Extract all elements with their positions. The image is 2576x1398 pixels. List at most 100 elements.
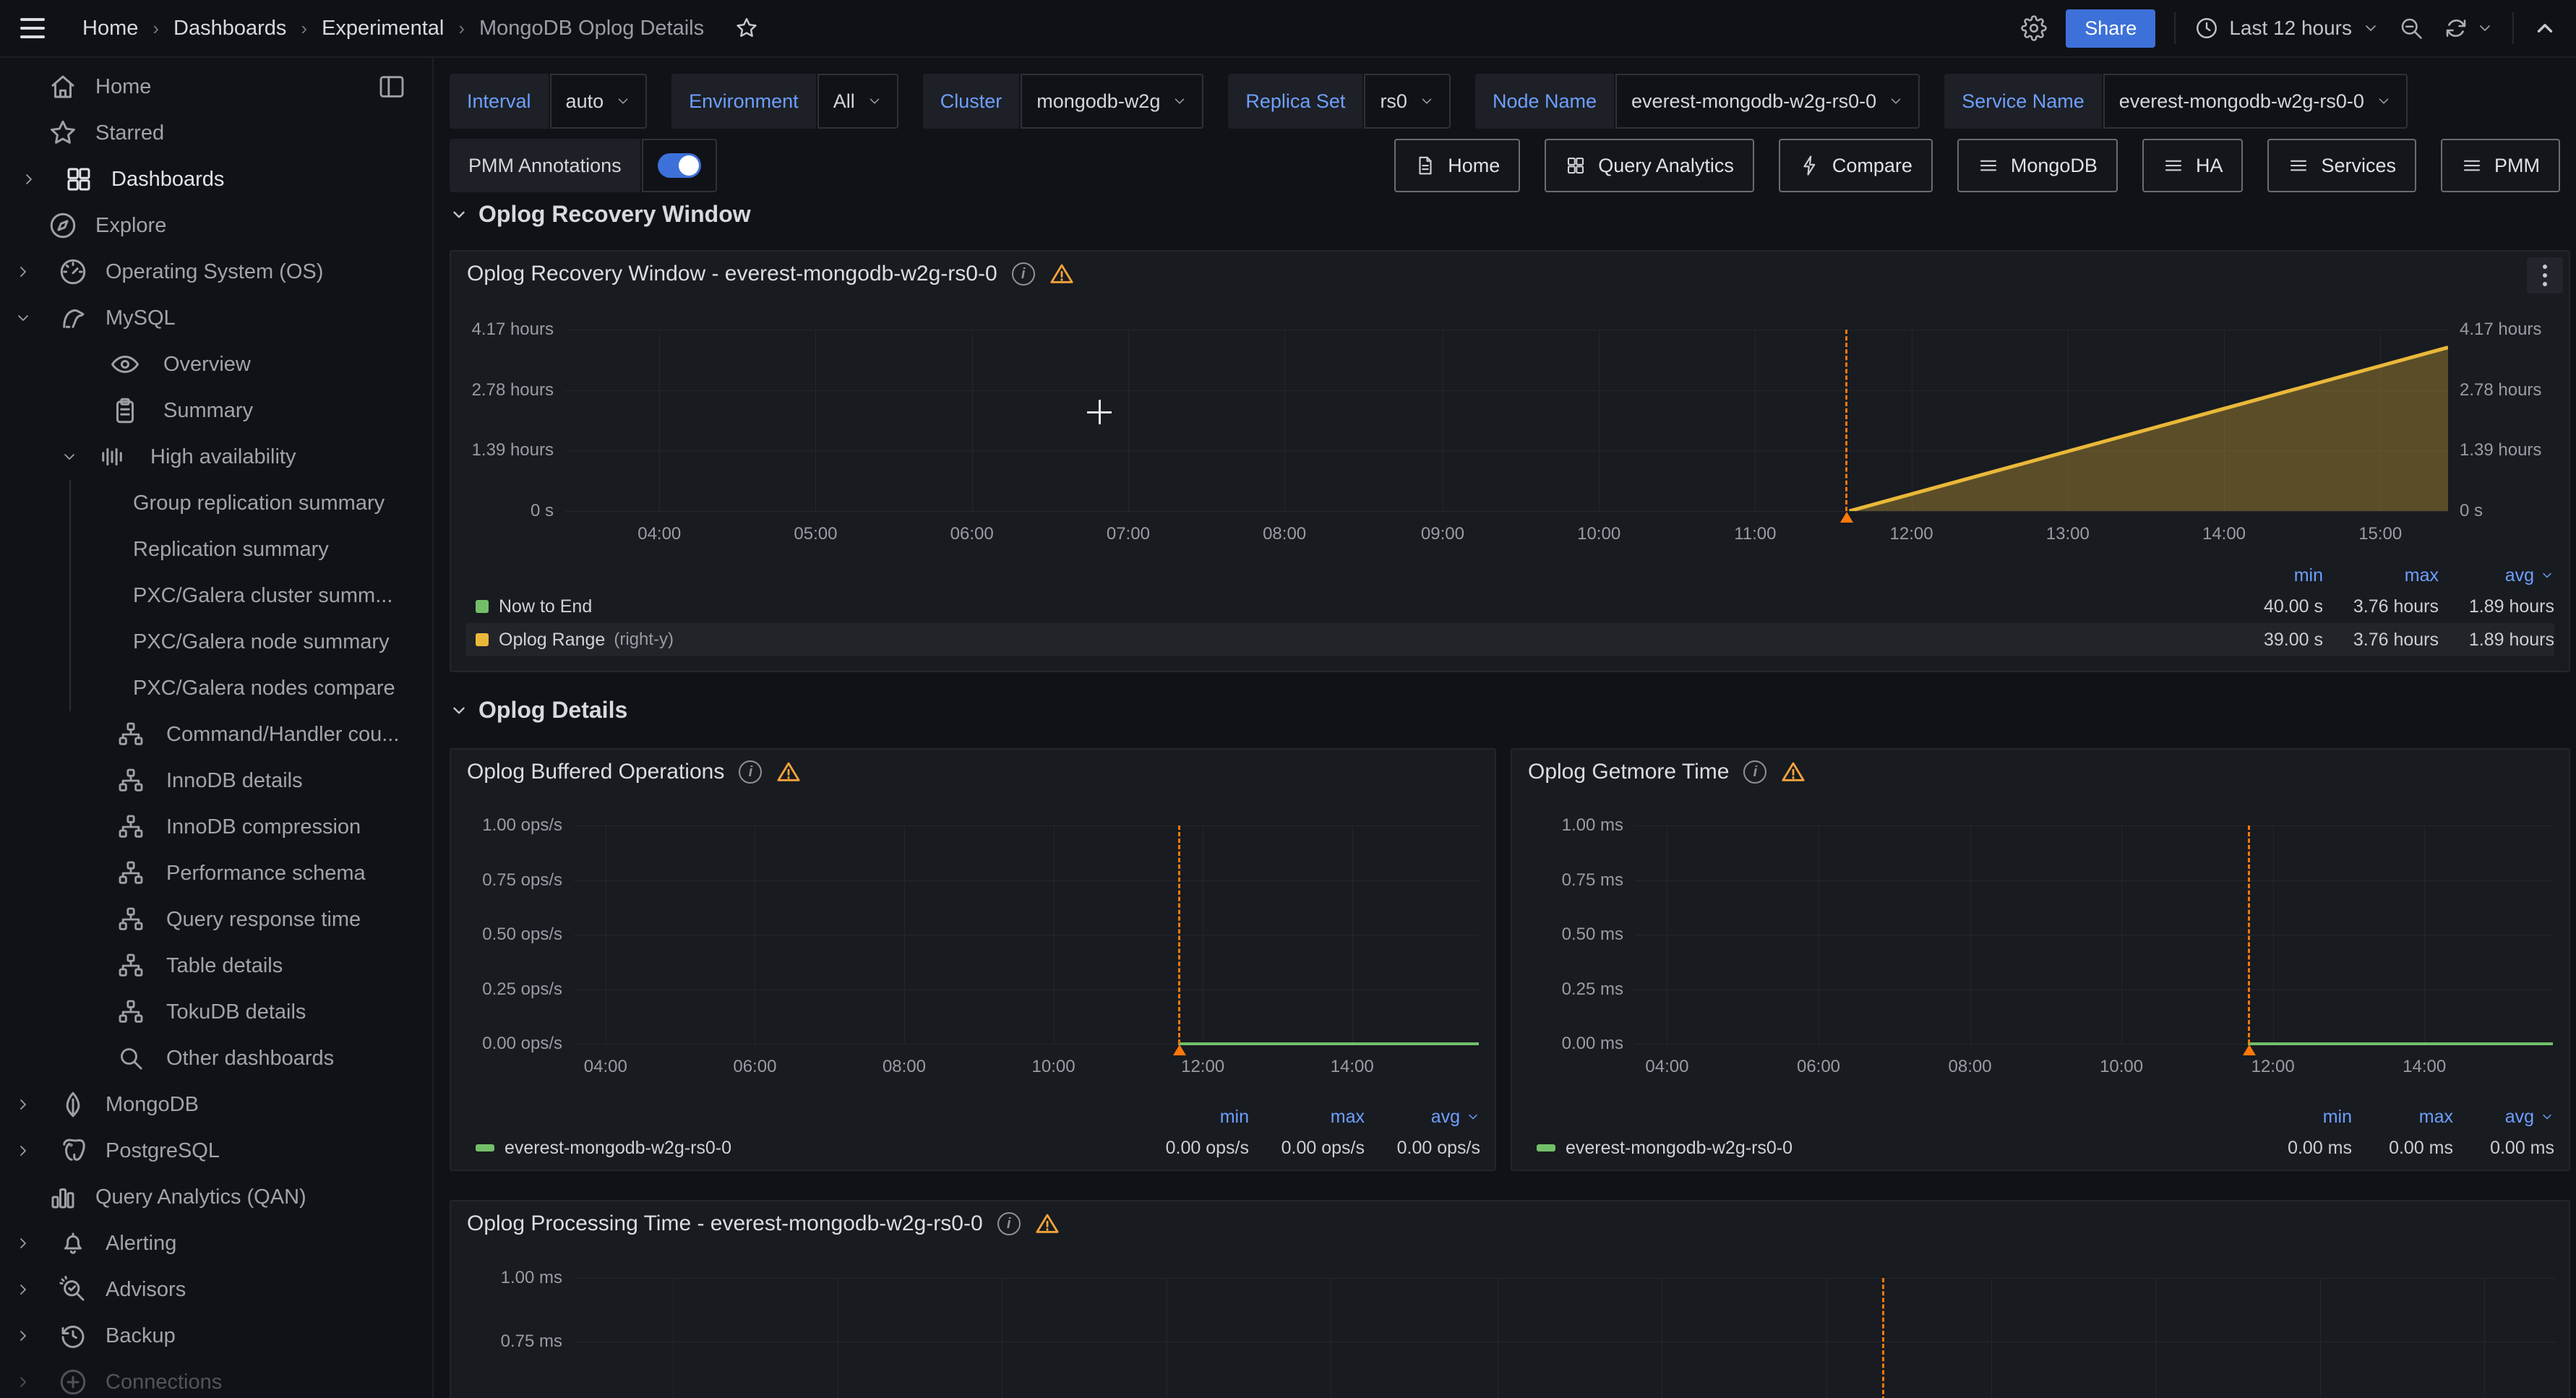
favorite-star-icon[interactable] <box>734 16 759 40</box>
recovery-chart-plot[interactable]: 4.17 hours 2.78 hours 1.39 hours 0 s 4.1… <box>565 330 2448 511</box>
sidebar-item-replication-summary[interactable]: Replication summary <box>71 526 432 573</box>
breadcrumb-experimental[interactable]: Experimental <box>322 17 444 40</box>
expand-chevron-icon[interactable] <box>0 1373 46 1391</box>
sidebar-item-query-response-time[interactable]: Query response time <box>0 896 432 943</box>
expand-chevron-icon[interactable] <box>0 1142 46 1159</box>
pmm-annotation-line[interactable] <box>2248 825 2250 1044</box>
panel-menu-kebab-icon[interactable] <box>2527 257 2563 293</box>
series-label[interactable]: everest-mongodb-w2g-rs0-0 <box>1566 1138 1793 1159</box>
panel-header[interactable]: Oplog Getmore Time i <box>1528 760 1806 784</box>
home-link-button[interactable]: Home <box>1394 139 1520 192</box>
dock-sidebar-icon[interactable] <box>377 72 406 101</box>
collapse-toolbar-chevron-icon[interactable] <box>2533 16 2557 40</box>
sidebar-item-innodb-compression[interactable]: InnoDB compression <box>0 804 432 850</box>
section-oplog-recovery-window[interactable]: Oplog Recovery Window <box>450 201 751 228</box>
sidebar-item-mysql-summary[interactable]: Summary <box>0 387 432 434</box>
sidebar-item-postgresql[interactable]: PostgreSQL <box>0 1128 432 1174</box>
expand-chevron-icon[interactable] <box>6 171 52 188</box>
interval-select[interactable]: auto <box>550 74 648 129</box>
time-range-picker[interactable]: Last 12 hours <box>2194 16 2379 40</box>
info-icon[interactable]: i <box>1743 760 1766 784</box>
getmore-chart-plot[interactable]: 1.00 ms 0.75 ms 0.50 ms 0.25 ms 0.00 ms … <box>1635 825 2553 1044</box>
warning-icon[interactable] <box>1049 262 1074 286</box>
sidebar-item-query-analytics[interactable]: Query Analytics (QAN) <box>0 1174 432 1220</box>
ha-link-button[interactable]: HA <box>2142 139 2244 192</box>
breadcrumb-dashboards[interactable]: Dashboards <box>173 17 286 40</box>
warning-icon[interactable] <box>776 760 801 784</box>
sidebar-item-group-replication-summary[interactable]: Group replication summary <box>71 480 432 526</box>
info-icon[interactable]: i <box>1012 262 1035 286</box>
expand-chevron-icon[interactable] <box>0 1327 46 1345</box>
panel-header[interactable]: Oplog Recovery Window - everest-mongodb-… <box>467 262 1074 286</box>
cluster-select[interactable]: mongodb-w2g <box>1021 74 1203 129</box>
share-button[interactable]: Share <box>2066 9 2155 48</box>
sidebar-item-tokudb-details[interactable]: TokuDB details <box>0 989 432 1035</box>
legend-sort-max[interactable]: max <box>2323 565 2439 586</box>
expand-chevron-icon[interactable] <box>0 1096 46 1113</box>
collapse-chevron-icon[interactable] <box>0 309 46 327</box>
sidebar-item-performance-schema[interactable]: Performance schema <box>0 850 432 896</box>
sidebar-item-mysql[interactable]: MySQL <box>0 295 432 341</box>
legend-sort-avg[interactable]: avg <box>1365 1107 1480 1128</box>
sidebar-item-command-handler-counters[interactable]: Command/Handler cou... <box>0 711 432 758</box>
series-label[interactable]: Oplog Range <box>499 630 605 651</box>
expand-chevron-icon[interactable] <box>0 1235 46 1252</box>
sidebar-item-advisors[interactable]: Advisors <box>0 1266 432 1313</box>
sidebar-item-mysql-overview[interactable]: Overview <box>0 341 432 387</box>
sidebar-item-table-details[interactable]: Table details <box>0 943 432 989</box>
expand-chevron-icon[interactable] <box>0 263 46 280</box>
warning-icon[interactable] <box>1035 1212 1060 1236</box>
sidebar-item-pxc-galera-nodes-compare[interactable]: PXC/Galera nodes compare <box>71 665 432 711</box>
series-label[interactable]: Now to End <box>499 596 592 617</box>
legend-sort-max[interactable]: max <box>1249 1107 1365 1128</box>
panel-header[interactable]: Oplog Processing Time - everest-mongodb-… <box>467 1212 1060 1236</box>
processing-chart-plot[interactable]: 1.00 ms 0.75 ms 0.50 ms <box>574 1278 2556 1398</box>
service-name-select[interactable]: everest-mongodb-w2g-rs0-0 <box>2103 74 2408 129</box>
pmm-annotation-line[interactable] <box>1845 330 1847 511</box>
sidebar-item-backup[interactable]: Backup <box>0 1313 432 1359</box>
sidebar-item-operating-system[interactable]: Operating System (OS) <box>0 249 432 295</box>
environment-select[interactable]: All <box>817 74 898 129</box>
pmm-annotation-line[interactable] <box>1178 825 1180 1044</box>
info-icon[interactable]: i <box>739 760 762 784</box>
sidebar-item-alerting[interactable]: Alerting <box>0 1220 432 1266</box>
query-analytics-link-button[interactable]: Query Analytics <box>1545 139 1754 192</box>
refresh-dashboard-icon[interactable] <box>2443 15 2494 41</box>
services-link-button[interactable]: Services <box>2267 139 2416 192</box>
sidebar-item-mongodb[interactable]: MongoDB <box>0 1081 432 1128</box>
sidebar-item-home[interactable]: Home <box>0 64 432 110</box>
legend-sort-min[interactable]: min <box>1133 1107 1249 1128</box>
legend-sort-avg[interactable]: avg <box>2453 1107 2554 1128</box>
sidebar-item-explore[interactable]: Explore <box>0 202 432 249</box>
legend-sort-avg[interactable]: avg <box>2439 565 2554 586</box>
pmm-annotation-line[interactable] <box>1882 1278 1884 1398</box>
mongodb-link-button[interactable]: MongoDB <box>1957 139 2118 192</box>
sidebar-item-connections[interactable]: Connections <box>0 1359 432 1398</box>
zoom-out-time-icon[interactable] <box>2398 15 2424 41</box>
expand-chevron-icon[interactable] <box>0 1281 46 1298</box>
section-oplog-details[interactable]: Oplog Details <box>450 697 627 724</box>
sidebar-item-high-availability[interactable]: High availability <box>0 434 432 480</box>
legend-sort-min[interactable]: min <box>2251 1107 2352 1128</box>
compare-link-button[interactable]: Compare <box>1779 139 1933 192</box>
replica-set-select[interactable]: rs0 <box>1364 74 1451 129</box>
node-name-select[interactable]: everest-mongodb-w2g-rs0-0 <box>1615 74 1920 129</box>
buffered-chart-plot[interactable]: 1.00 ops/s 0.75 ops/s 0.50 ops/s 0.25 op… <box>574 825 1479 1044</box>
pmm-annotations-toggle[interactable] <box>642 139 717 192</box>
legend-sort-min[interactable]: min <box>2213 565 2323 586</box>
info-icon[interactable]: i <box>997 1212 1021 1235</box>
sidebar-item-pxc-galera-cluster-summary[interactable]: PXC/Galera cluster summ... <box>71 573 432 619</box>
series-label[interactable]: everest-mongodb-w2g-rs0-0 <box>505 1138 731 1159</box>
warning-icon[interactable] <box>1781 760 1806 784</box>
panel-header[interactable]: Oplog Buffered Operations i <box>467 760 801 784</box>
breadcrumb-home[interactable]: Home <box>82 17 138 40</box>
sidebar-item-starred[interactable]: Starred <box>0 110 432 156</box>
dashboard-settings-gear-icon[interactable] <box>2021 15 2047 41</box>
pmm-link-button[interactable]: PMM <box>2441 139 2560 192</box>
sidebar-item-pxc-galera-node-summary[interactable]: PXC/Galera node summary <box>71 619 432 665</box>
collapse-chevron-icon[interactable] <box>61 448 90 466</box>
hamburger-menu-icon[interactable] <box>20 12 52 44</box>
sidebar-item-innodb-details[interactable]: InnoDB details <box>0 758 432 804</box>
sidebar-item-dashboards[interactable]: Dashboards <box>0 156 432 202</box>
legend-sort-max[interactable]: max <box>2352 1107 2453 1128</box>
